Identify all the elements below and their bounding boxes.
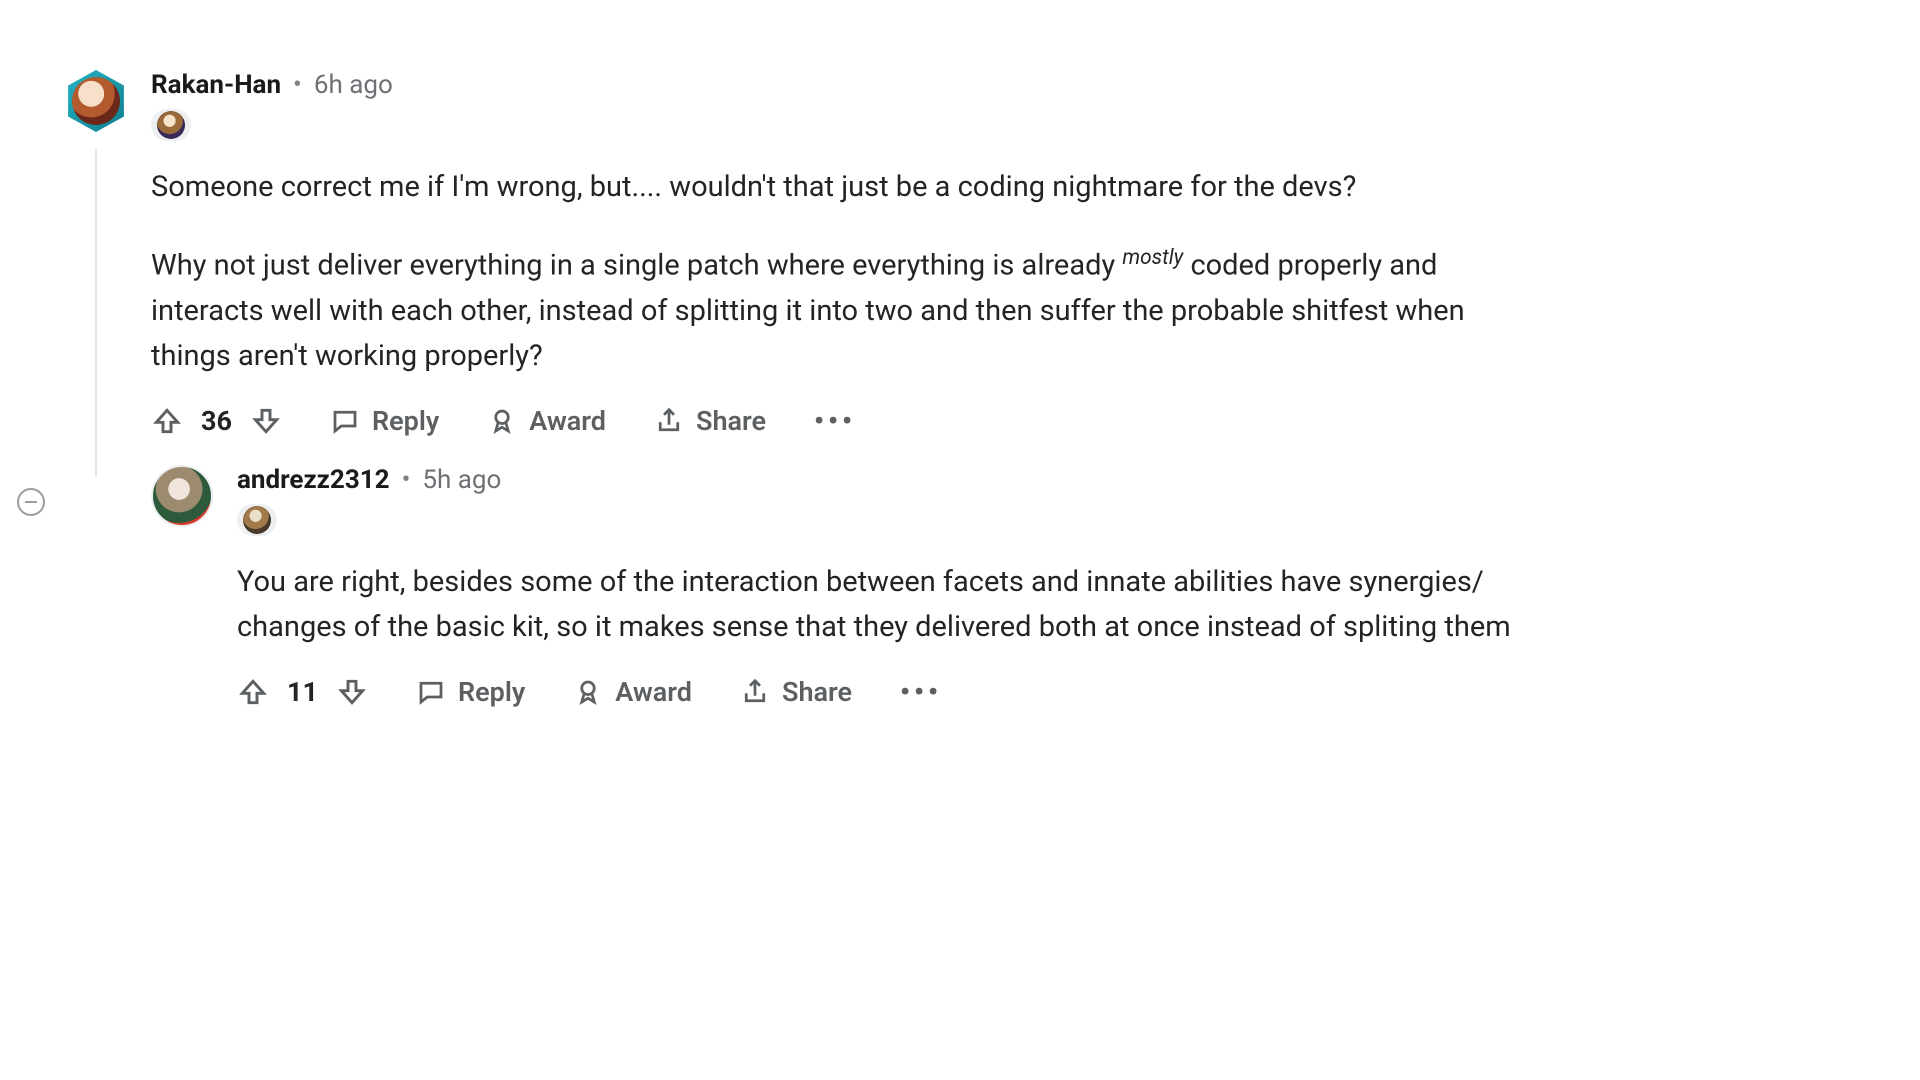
text-run: Why not just deliver everything in a sin… [151,249,1122,283]
award-icon [487,406,517,436]
share-button[interactable]: Share [740,676,852,708]
comment-actions: 36 Reply Award Share ••• [151,405,1565,437]
award-label: Award [529,405,606,437]
comment-actions: 11 Reply Award Share ••• [237,676,1565,708]
reply-button[interactable]: Reply [330,405,439,437]
award-button[interactable]: Award [573,676,692,708]
vote-group: 11 [237,676,368,708]
collapse-toggle[interactable] [17,488,45,516]
downvote-button[interactable] [250,405,282,437]
upvote-icon [237,676,269,708]
comment-thread: Rakan-Han • 6h ago Someone correct me if… [65,70,1565,736]
username-link[interactable]: andrezz2312 [237,465,390,496]
reply-label: Reply [372,405,439,437]
vote-score: 36 [201,405,232,437]
reply-label: Reply [458,676,525,708]
timestamp: 6h ago [314,70,393,101]
more-button[interactable]: ••• [814,405,856,437]
comment-icon [330,406,360,436]
timestamp: 5h ago [422,465,501,496]
comment: andrezz2312 • 5h ago You are right, besi… [151,465,1565,708]
separator-dot: • [293,70,302,101]
flair-icon [243,506,271,534]
share-label: Share [696,405,766,437]
sup-text: mostly [1122,246,1183,270]
comment-header: Rakan-Han • 6h ago [151,70,1565,101]
comment-paragraph: Why not just deliver everything in a sin… [151,242,1551,378]
user-flair [151,109,191,141]
comment: Rakan-Han • 6h ago Someone correct me if… [65,70,1565,437]
more-button[interactable]: ••• [900,676,942,708]
reply-button[interactable]: Reply [416,676,525,708]
share-label: Share [782,676,852,708]
comment-body: Someone correct me if I'm wrong, but....… [151,165,1551,378]
award-label: Award [615,676,692,708]
downvote-icon [250,405,282,437]
avatar-hex-frame [65,70,127,132]
avatar-image [72,77,120,125]
thread-line [95,148,97,477]
comment-body: You are right, besides some of the inter… [237,560,1565,650]
avatar[interactable] [151,465,213,527]
share-icon [740,677,770,707]
upvote-button[interactable] [237,676,269,708]
downvote-icon [336,676,368,708]
avatar-image [151,465,213,527]
avatar[interactable] [65,70,127,132]
share-button[interactable]: Share [654,405,766,437]
award-icon [573,677,603,707]
username-link[interactable]: Rakan-Han [151,70,281,101]
award-button[interactable]: Award [487,405,606,437]
separator-dot: • [402,465,411,496]
user-flair [237,504,277,536]
upvote-button[interactable] [151,405,183,437]
flair-icon [157,111,185,139]
comment-icon [416,677,446,707]
comment-header: andrezz2312 • 5h ago [237,465,1565,496]
comment-thread-view: Rakan-Han • 6h ago Someone correct me if… [0,0,1920,1080]
upvote-icon [151,405,183,437]
downvote-button[interactable] [336,676,368,708]
vote-score: 11 [287,676,318,708]
comment-paragraph: Someone correct me if I'm wrong, but....… [151,165,1551,210]
vote-group: 36 [151,405,282,437]
share-icon [654,406,684,436]
comment-paragraph: You are right, besides some of the inter… [237,560,1565,650]
